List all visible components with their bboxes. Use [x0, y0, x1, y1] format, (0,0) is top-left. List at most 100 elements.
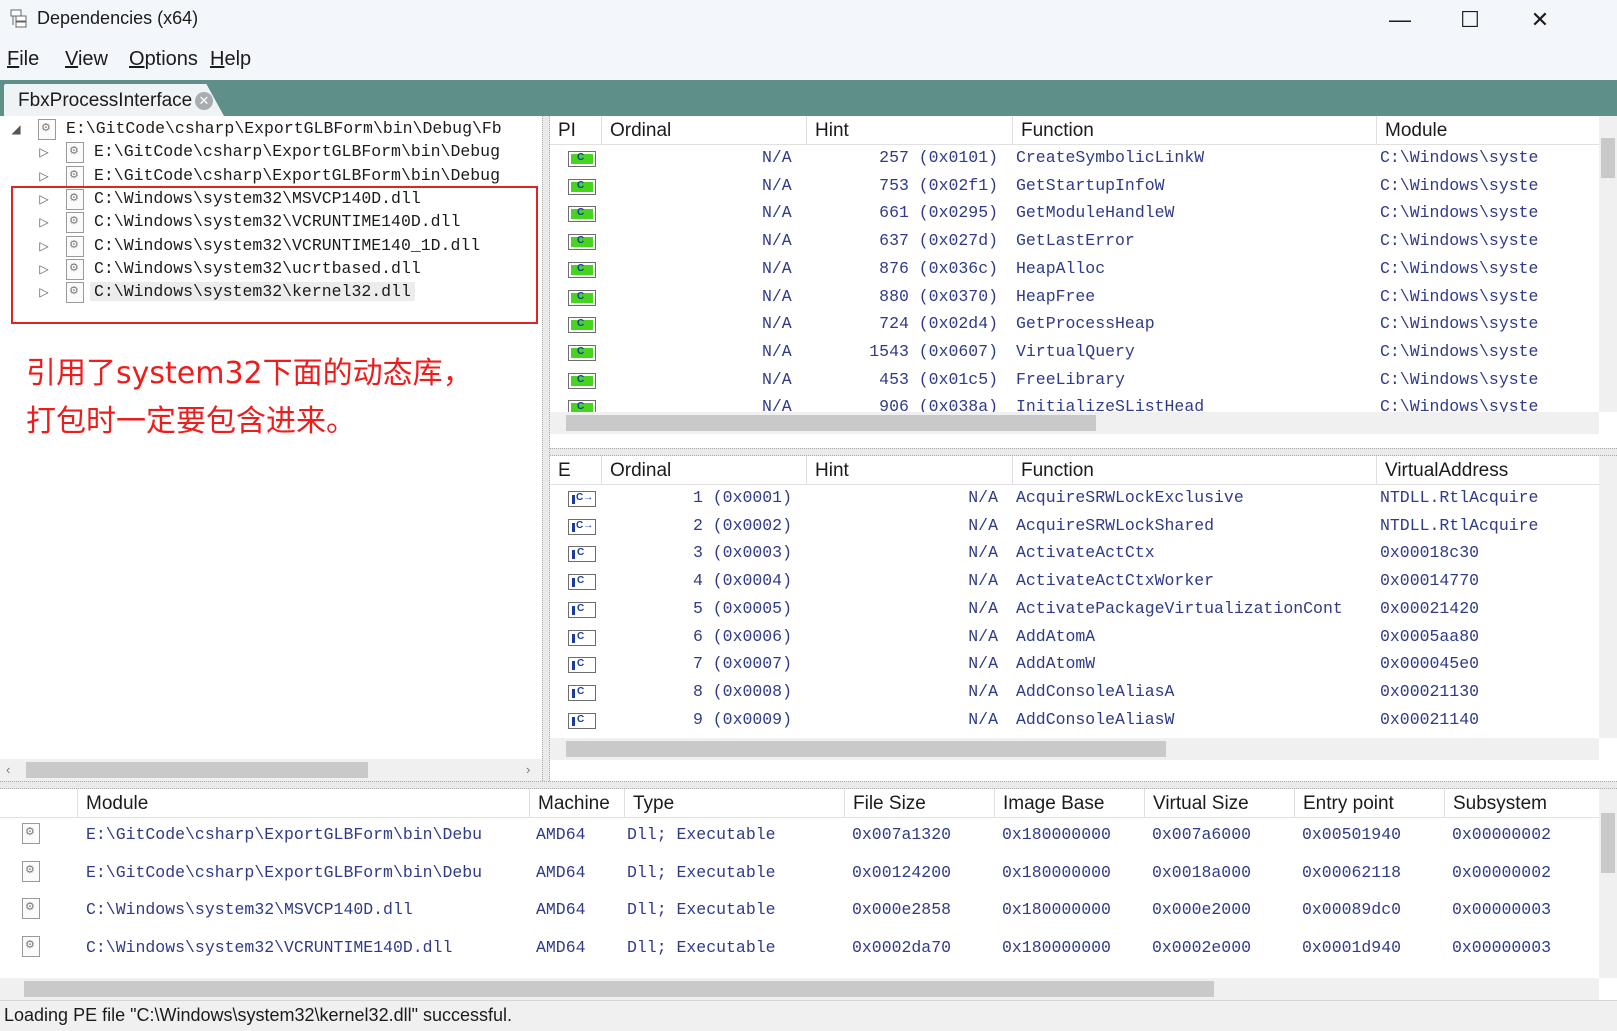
scroll-left-icon[interactable]: ‹ — [6, 762, 10, 777]
export-virtual-address: 0x00014770 — [1380, 571, 1480, 591]
import-function: HeapAlloc — [1016, 258, 1106, 278]
menu-options[interactable]: Options — [129, 48, 198, 71]
export-virtual-address: 0x00021420 — [1380, 598, 1480, 618]
export-function-icon — [568, 574, 596, 591]
col-module-header[interactable]: Module — [1377, 116, 1617, 145]
document-tab-label: FbxProcessInterface — [18, 90, 193, 111]
exports-hscroll-thumb[interactable] — [566, 741, 1166, 757]
col-hint-header[interactable]: Hint — [807, 116, 1013, 145]
modules-vscroll-thumb[interactable] — [1601, 813, 1615, 873]
export-function-icon — [568, 491, 596, 507]
tree-hscrollbar[interactable]: ‹ › — [0, 759, 542, 781]
tree-hscroll-thumb[interactable] — [26, 762, 368, 778]
module-type: Dll; Executable — [627, 862, 776, 882]
import-module: C:\Windows\syste — [1380, 369, 1539, 389]
exports-hscrollbar[interactable] — [550, 738, 1599, 760]
import-function: GetLastError — [1016, 231, 1135, 251]
tree-item[interactable]: ▷ E:\GitCode\csharp\ExportGLBForm\bin\Deb… — [0, 164, 542, 188]
col-virtualaddress-header[interactable]: VirtualAddress — [1377, 456, 1617, 485]
expand-right-icon[interactable]: ▷ — [36, 140, 52, 164]
export-ordinal: 4 (0x0004) — [692, 571, 792, 591]
modules-hscrollbar[interactable] — [0, 978, 1599, 1000]
expand-right-icon[interactable]: ▷ — [36, 164, 52, 188]
col-ordinal-header[interactable]: Ordinal — [602, 456, 807, 485]
col-file-size-header[interactable]: File Size — [845, 789, 995, 818]
import-ordinal: N/A — [762, 175, 792, 195]
vertical-splitter[interactable] — [542, 116, 550, 781]
import-hint: 724 (0x02d4) — [879, 314, 998, 334]
tree-item[interactable]: ◢ E:\GitCode\csharp\ExportGLBForm\bin\Deb… — [0, 117, 542, 141]
tree-item[interactable]: ▷ E:\GitCode\csharp\ExportGLBForm\bin\Deb… — [0, 140, 542, 164]
modules-vscrollbar[interactable] — [1599, 789, 1617, 978]
import-module: C:\Windows\syste — [1380, 203, 1539, 223]
import-function: HeapFree — [1016, 286, 1096, 306]
import-module: C:\Windows\syste — [1380, 148, 1539, 167]
tab-close-icon[interactable]: ✕ — [195, 92, 213, 110]
col-function-header[interactable]: Function — [1013, 116, 1377, 145]
annotation-line-2: 打包时一定要包含进来。 — [26, 404, 356, 439]
import-ordinal: N/A — [762, 203, 792, 223]
import-hint: 753 (0x02f1) — [879, 175, 998, 195]
col-hint-header[interactable]: Hint — [807, 456, 1013, 485]
col-icon-header[interactable] — [0, 789, 78, 818]
col-virtual-size-header[interactable]: Virtual Size — [1145, 789, 1295, 818]
menu-help[interactable]: Help — [210, 48, 251, 71]
export-ordinal: 8 (0x0008) — [692, 681, 792, 701]
import-module: C:\Windows\syste — [1380, 314, 1539, 334]
imports-hscrollbar[interactable] — [550, 412, 1599, 434]
horizontal-splitter[interactable] — [550, 448, 1617, 456]
export-virtual-address: 0x000045e0 — [1380, 654, 1480, 674]
export-function-icon — [568, 518, 596, 535]
import-ordinal: N/A — [762, 369, 792, 389]
module-image-base: 0x180000000 — [1002, 862, 1111, 882]
module-type: Dll; Executable — [627, 825, 776, 844]
col-type-header[interactable]: Type — [625, 789, 845, 818]
module-machine: AMD64 — [536, 825, 586, 844]
minimize-button[interactable]: — — [1365, 0, 1435, 40]
col-function-header[interactable]: Function — [1013, 456, 1377, 485]
import-function-icon — [568, 344, 596, 361]
import-function-icon — [568, 151, 596, 167]
import-function-icon — [568, 289, 596, 306]
imports-vscrollbar[interactable] — [1599, 116, 1617, 412]
modules-grid[interactable]: Module Machine Type File Size Image Base Virt… — [0, 789, 1617, 1000]
col-image-base-header[interactable]: Image Base — [995, 789, 1145, 818]
modules-hscroll-thumb[interactable] — [24, 981, 1214, 997]
import-ordinal: N/A — [762, 231, 792, 251]
import-hint: 880 (0x0370) — [879, 286, 998, 306]
imports-vscroll-thumb[interactable] — [1601, 138, 1615, 178]
menu-file[interactable]: File — [7, 48, 39, 71]
export-hint: N/A — [968, 515, 998, 535]
export-ordinal: 9 (0x0009) — [692, 709, 792, 729]
export-function: ActivateActCtxWorker — [1016, 571, 1215, 591]
maximize-button[interactable]: ☐ — [1435, 0, 1505, 40]
module-virtual-size: 0x000e2000 — [1152, 900, 1252, 919]
export-function-icon — [568, 712, 596, 729]
col-machine-header[interactable]: Machine — [530, 789, 625, 818]
bottom-splitter[interactable] — [0, 781, 1617, 789]
close-button[interactable]: ✕ — [1505, 0, 1575, 40]
export-hint: N/A — [968, 626, 998, 646]
export-function: AddAtomW — [1016, 654, 1096, 674]
col-e-header[interactable]: E — [550, 456, 602, 485]
col-pi-header[interactable]: PI — [550, 116, 602, 145]
imports-grid[interactable]: PIOrdinalHintFunctionModule N/A 257 (0x010… — [550, 116, 1617, 448]
col-ordinal-header[interactable]: Ordinal — [602, 116, 807, 145]
import-module: C:\Windows\syste — [1380, 286, 1539, 306]
export-function: ActivatePackageVirtualizationCont — [1016, 598, 1343, 618]
col-entry-point-header[interactable]: Entry point — [1295, 789, 1445, 818]
import-function: GetProcessHeap — [1016, 314, 1155, 334]
menu-view[interactable]: View — [65, 48, 108, 71]
expand-down-icon[interactable]: ◢ — [8, 117, 24, 141]
exports-grid[interactable]: EOrdinalHintFunctionVirtualAddress 1 (0x0… — [550, 456, 1617, 781]
exports-vscrollbar[interactable] — [1599, 456, 1617, 738]
scroll-right-icon[interactable]: › — [526, 762, 530, 777]
import-ordinal: N/A — [762, 258, 792, 278]
imports-hscroll-thumb[interactable] — [566, 415, 1096, 431]
import-function-icon — [568, 234, 596, 251]
annotation-text: 引用了system32下面的动态库， 打包时一定要包含进来。 — [26, 350, 473, 446]
col-subsystem-header[interactable]: Subsystem — [1445, 789, 1617, 818]
export-function: AddConsoleAliasW — [1016, 709, 1175, 729]
col-module-header[interactable]: Module — [78, 789, 530, 818]
module-module: C:\Windows\system32\MSVCP140D.dll — [86, 900, 413, 919]
